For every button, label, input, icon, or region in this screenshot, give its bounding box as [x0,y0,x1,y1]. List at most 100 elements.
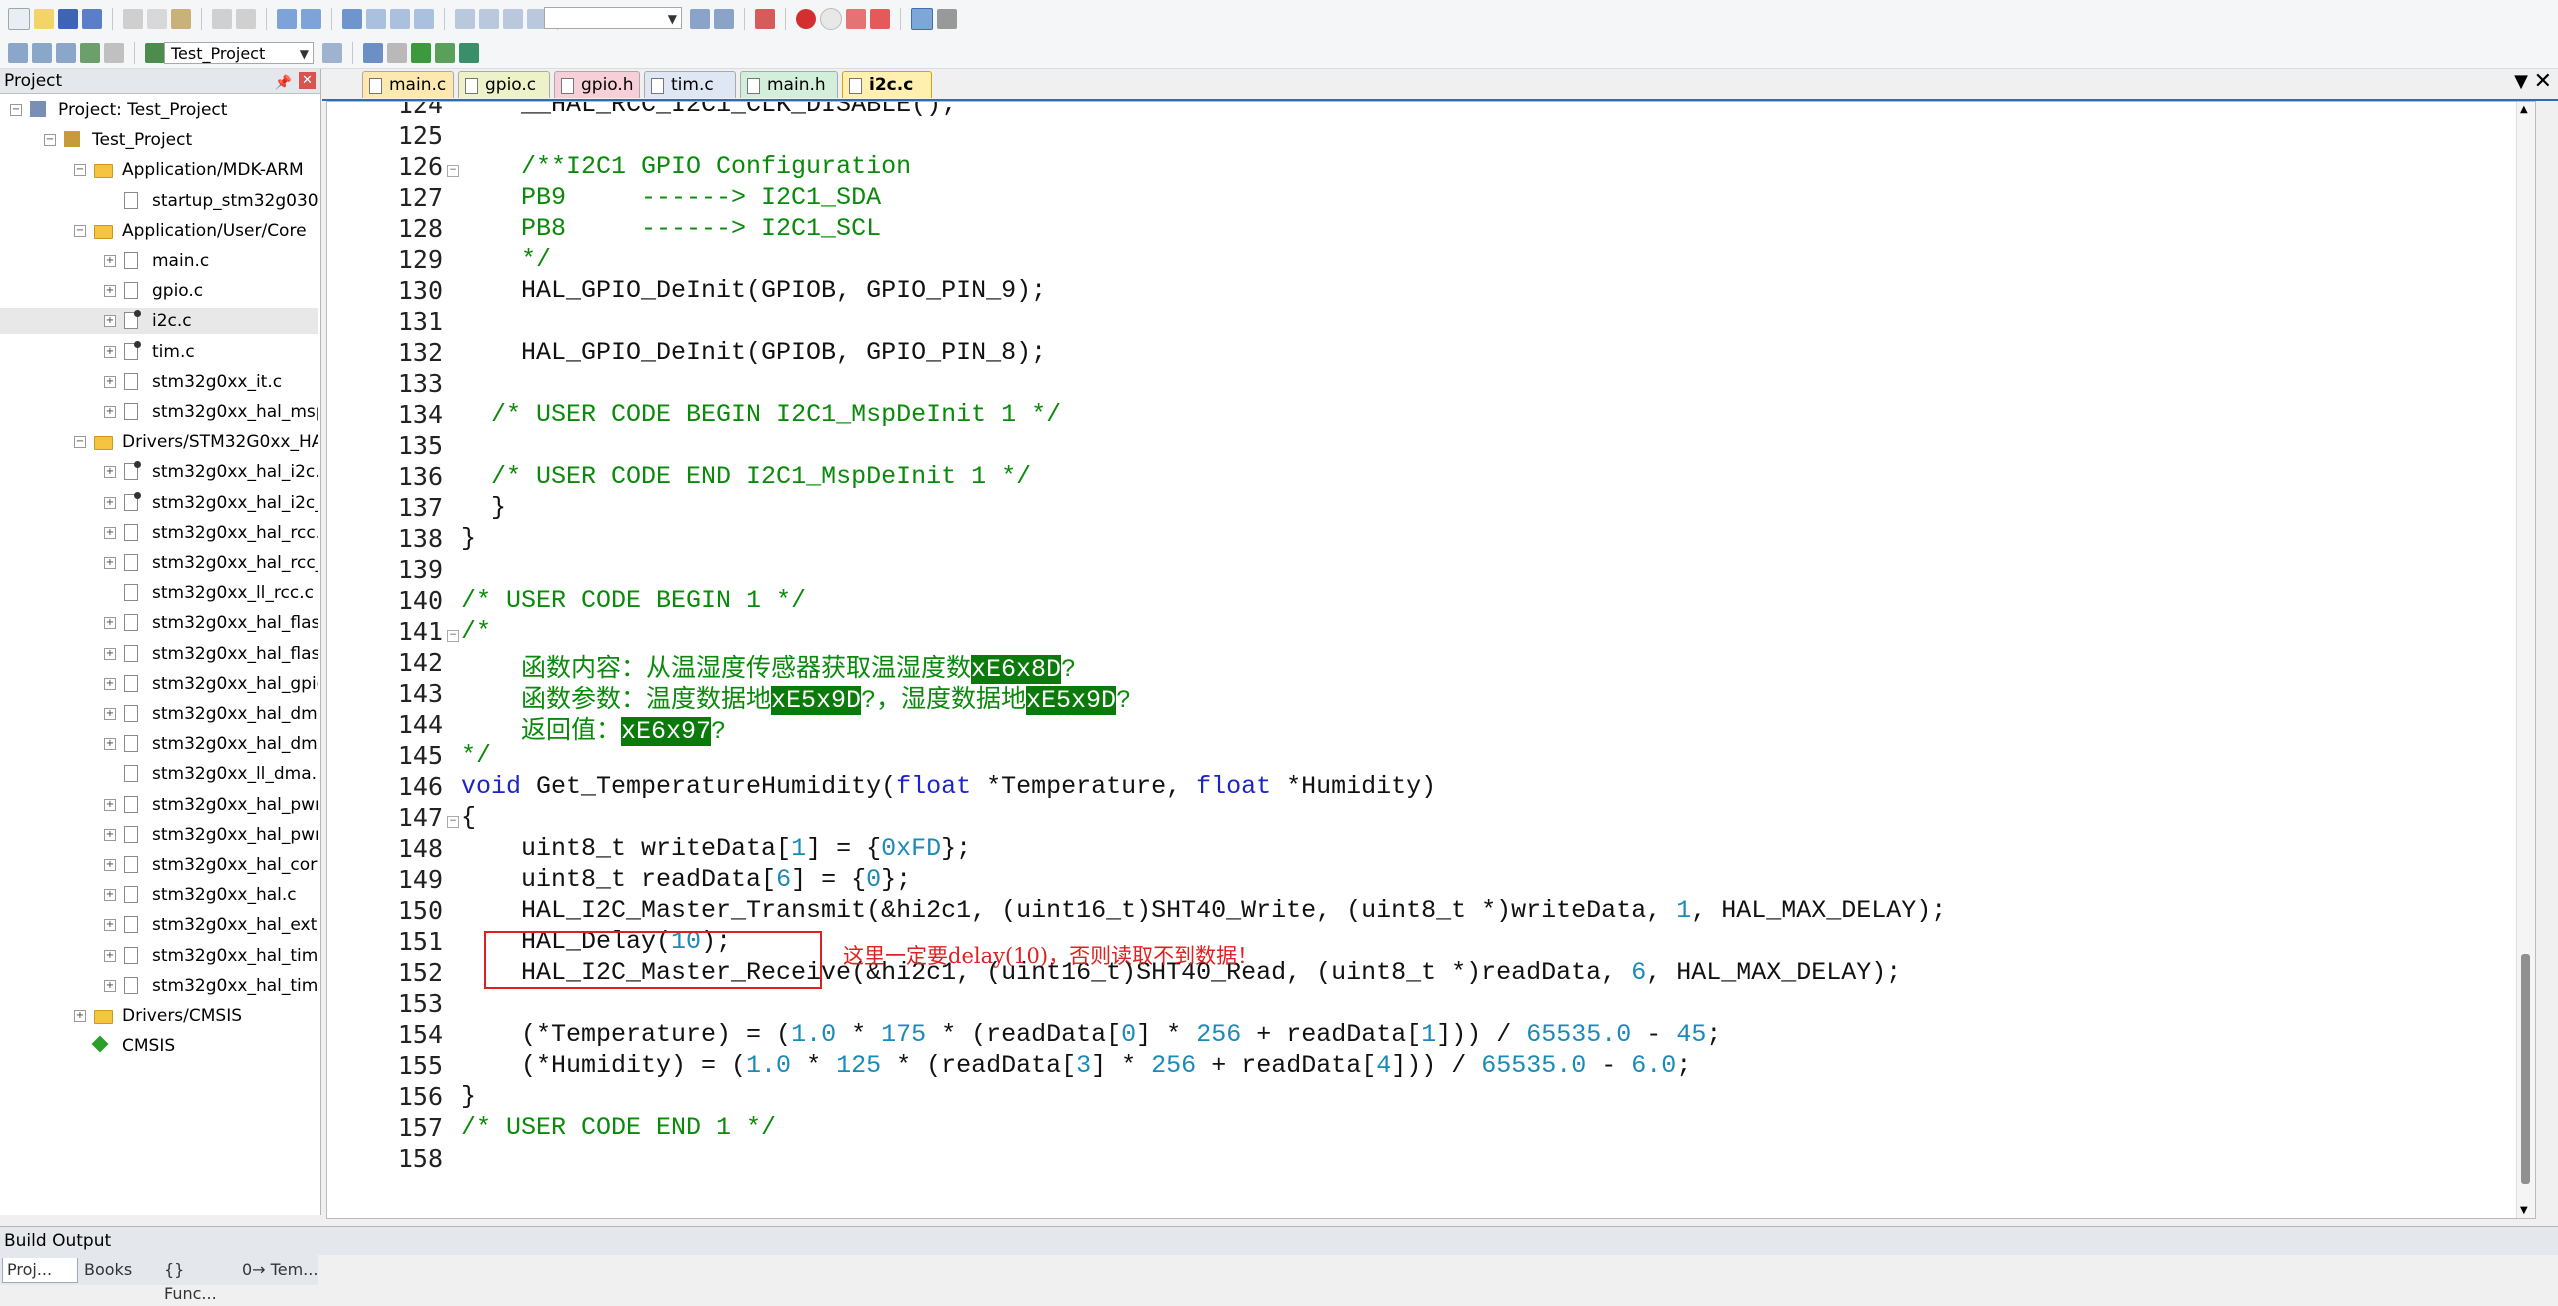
tree-item[interactable]: + stm32g0xx_hal_rcc_ex.c [0,550,318,576]
code-line[interactable]: uint8_t readData[6] = {0}; [461,865,911,894]
fold-toggle-icon[interactable]: − [447,816,459,828]
code-line[interactable]: */ [461,245,551,274]
green-diamond-icon[interactable] [411,43,431,63]
prev-bookmark-icon[interactable] [366,9,386,29]
expand-icon[interactable]: + [104,255,116,267]
code-line[interactable]: } [461,1082,476,1111]
target-options-icon[interactable] [322,43,342,63]
tree-item[interactable]: CMSIS [0,1033,318,1059]
debug-start-icon[interactable] [755,9,775,29]
code-line[interactable]: */ [461,741,491,770]
breakpoint-icon[interactable] [796,9,816,29]
tree-item[interactable]: startup_stm32g030xx.s [0,188,318,214]
nav-forward-icon[interactable] [301,9,321,29]
tree-item[interactable]: + stm32g0xx_hal.c [0,882,318,908]
rebuild-icon[interactable] [56,43,76,63]
tools-icon[interactable] [937,9,957,29]
tree-item[interactable]: − Test_Project [0,127,318,153]
tree-item[interactable]: + stm32g0xx_hal_tim.c [0,943,318,969]
code-line[interactable]: uint8_t writeData[1] = {0xFD}; [461,834,971,863]
tree-item[interactable]: + stm32g0xx_hal_flash.c [0,610,318,636]
cut-icon[interactable] [123,9,143,29]
search-icon[interactable] [690,9,710,29]
target-select[interactable]: Test_Project ▼ [164,42,314,64]
open-folder-icon[interactable] [34,9,54,29]
collapse-icon[interactable]: − [74,164,86,177]
pin-icon[interactable]: 📌 [275,71,292,95]
code-line[interactable]: /* USER CODE BEGIN 1 */ [461,586,806,615]
expand-icon[interactable]: + [104,949,116,962]
pack-installer-icon[interactable] [435,43,455,63]
tree-item[interactable]: − Drivers/STM32G0xx_HAL_Driver [0,429,318,455]
tab-list-chevron-icon[interactable]: ▼ [2514,71,2528,92]
tree-item[interactable]: − Project: Test_Project [0,97,318,123]
tree-item[interactable]: + stm32g0xx_hal_gpio.c [0,671,318,697]
next-bookmark-icon[interactable] [390,9,410,29]
expand-icon[interactable]: + [104,738,116,751]
collapse-icon[interactable]: − [10,104,22,116]
code-line[interactable]: HAL_I2C_Master_Transmit(&hi2c1, (uint16_… [461,896,1946,925]
tree-item[interactable]: + stm32g0xx_hal_dma.c [0,701,318,727]
expand-icon[interactable]: + [104,859,116,871]
expand-icon[interactable]: + [104,315,116,328]
tree-item[interactable]: + tim.c [0,339,318,365]
code-line[interactable]: PB9 ------> I2C1_SDA [461,183,881,212]
expand-icon[interactable]: + [104,345,116,358]
build-icon[interactable] [32,43,52,63]
expand-icon[interactable]: + [104,798,116,811]
code-line[interactable]: /* USER CODE BEGIN I2C1_MspDeInit 1 */ [461,400,1061,429]
code-line[interactable]: } [461,493,506,522]
expand-icon[interactable]: + [104,708,116,720]
expand-icon[interactable]: + [104,677,116,690]
run-time-env-icon[interactable] [459,43,479,63]
expand-icon[interactable]: + [104,466,116,479]
tree-item[interactable]: + stm32g0xx_hal_cortex.c [0,852,318,878]
code-line[interactable]: /* USER CODE END 1 */ [461,1113,776,1142]
clear-bookmarks-icon[interactable] [414,9,434,29]
disable-breakpoint-icon[interactable] [820,8,842,30]
expand-icon[interactable]: + [74,1010,86,1022]
undo-icon[interactable] [212,9,232,29]
file-tab[interactable]: main.c [362,71,454,98]
close-icon[interactable]: ✕ [299,72,316,89]
tree-item[interactable]: + stm32g0xx_hal_msp.c [0,399,318,425]
window-layout-icon[interactable] [911,8,933,30]
expand-icon[interactable]: + [104,496,116,509]
nav-back-icon[interactable] [277,9,297,29]
tree-item[interactable]: + stm32g0xx_hal_i2c.c [0,459,318,485]
expand-icon[interactable]: + [104,557,116,569]
tree-item[interactable]: + stm32g0xx_hal_flash_ex.c [0,641,318,667]
disable-all-breakpoints-icon[interactable] [846,9,866,29]
tree-item[interactable]: + stm32g0xx_it.c [0,369,318,395]
download-icon[interactable] [145,43,165,63]
expand-icon[interactable]: + [104,285,116,298]
tree-item[interactable]: + stm32g0xx_hal_i2c_ex.c [0,490,318,516]
file-extensions-icon[interactable] [387,43,407,63]
fold-toggle-icon[interactable]: − [447,630,459,642]
tab-functions[interactable]: {} Func... [160,1258,240,1303]
code-line[interactable]: /* USER CODE END I2C1_MspDeInit 1 */ [461,462,1031,491]
fold-toggle-icon[interactable]: − [447,165,459,177]
batch-build-icon[interactable] [80,43,100,63]
tree-item[interactable]: + i2c.c [0,308,318,335]
tree-item[interactable]: stm32g0xx_ll_rcc.c [0,580,318,606]
expand-icon[interactable]: + [104,828,116,841]
editor-vertical-scrollbar[interactable]: ▲ ▼ [2516,102,2535,1218]
tree-item[interactable]: − Application/User/Core [0,218,318,244]
code-line[interactable]: } [461,524,476,553]
scroll-down-icon[interactable]: ▼ [2520,1205,2528,1216]
stop-build-icon[interactable] [104,43,124,63]
tab-books[interactable]: Books [80,1258,156,1282]
expand-icon[interactable]: + [104,889,116,902]
tree-item[interactable]: + stm32g0xx_hal_pwr.c [0,792,318,818]
expand-icon[interactable]: + [104,406,116,418]
file-tab[interactable]: main.h [740,71,838,98]
expand-icon[interactable]: + [104,647,116,660]
file-tab[interactable]: gpio.c [458,71,550,98]
translate-icon[interactable] [8,43,28,63]
close-tab-icon[interactable]: ✕ [2534,69,2552,94]
code-line[interactable]: PB8 ------> I2C1_SCL [461,214,881,243]
tab-templates[interactable]: 0→ Tem... [238,1258,320,1282]
collapse-icon[interactable]: − [74,436,86,449]
tab-project[interactable]: Proj... [2,1258,78,1283]
